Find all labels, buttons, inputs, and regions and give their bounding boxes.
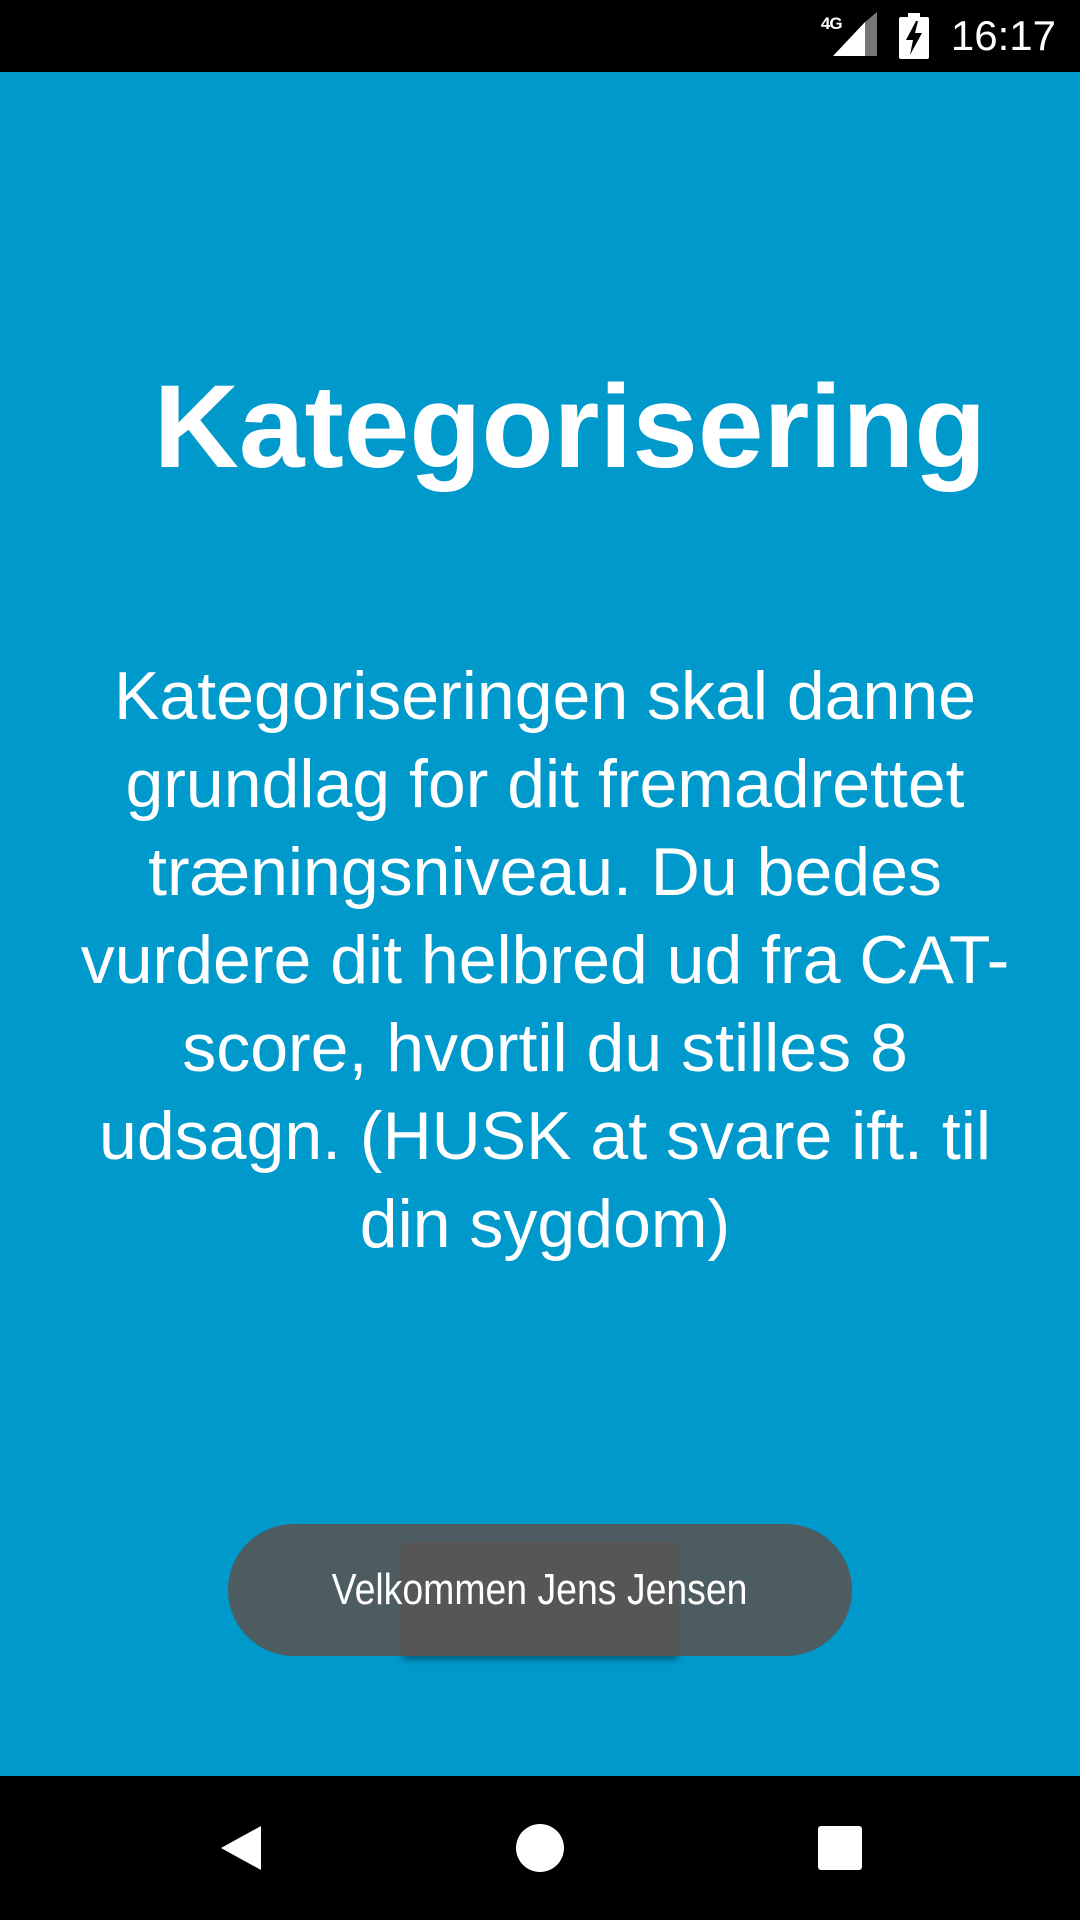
signal-icon: 4G	[821, 12, 881, 60]
battery-charging-icon	[898, 13, 929, 59]
home-icon	[516, 1824, 564, 1872]
back-icon	[221, 1826, 261, 1870]
page-title: Kategorisering	[153, 361, 987, 493]
toast: Velkommen Jens Jensen	[228, 1524, 852, 1656]
status-icons: 4G 16:17	[821, 0, 1056, 72]
status-bar: 4G 16:17	[0, 0, 1080, 72]
status-time: 16:17	[950, 12, 1056, 59]
recents-icon	[818, 1826, 862, 1870]
back-button[interactable]	[161, 1776, 321, 1920]
description-text: Kategoriseringen skal danne grundlag for…	[80, 658, 1010, 1262]
recents-button[interactable]	[760, 1776, 920, 1920]
toast-message: Velkommen Jens Jensen	[332, 1565, 748, 1614]
main-content: Kategorisering Kategoriseringen skal dan…	[0, 72, 1080, 1776]
home-button[interactable]	[460, 1776, 620, 1920]
navigation-bar	[0, 1776, 1080, 1920]
network-type-label: 4G	[820, 14, 843, 33]
